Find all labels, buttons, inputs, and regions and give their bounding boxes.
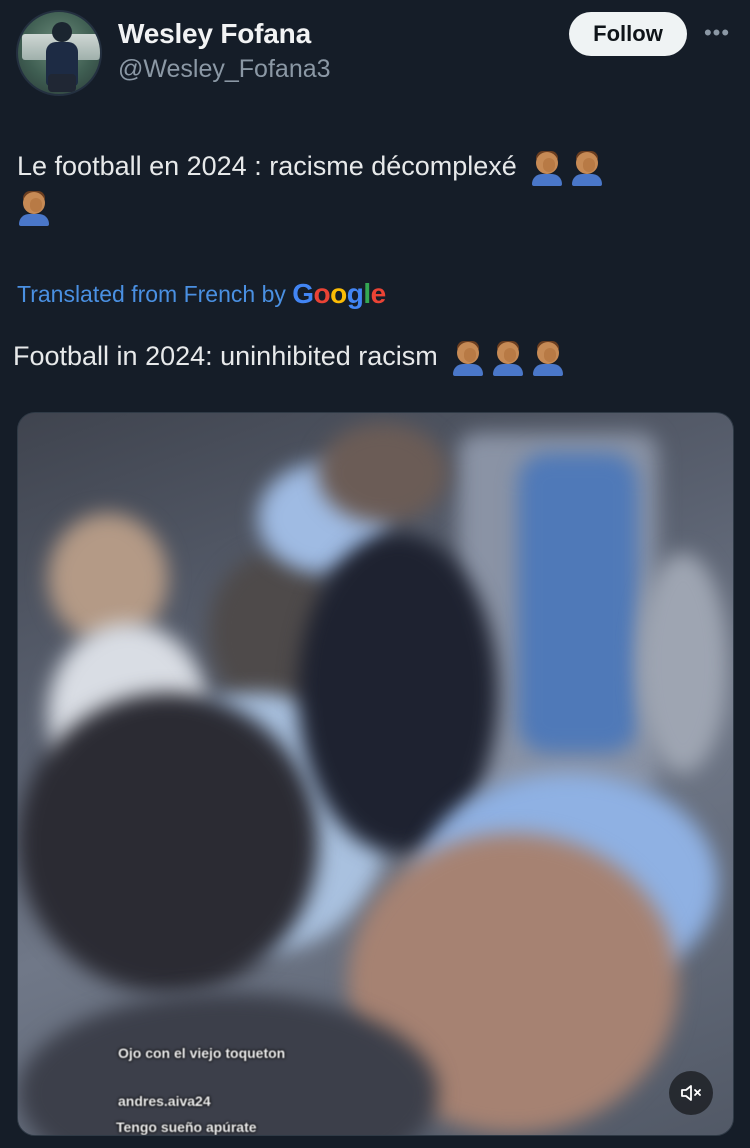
video-caption-comment-2: Tengo sueño apúrate [116, 1119, 257, 1135]
video-bg-flag [518, 453, 638, 753]
translated-by-link[interactable]: Translated from French by Google [17, 278, 386, 310]
video-caption-comment: Ojo con el viejo toqueton [118, 1045, 286, 1061]
avatar-person-legs [48, 74, 76, 92]
google-logo: Google [292, 278, 386, 309]
translation-text: Football in 2024: uninhibited racism [13, 336, 725, 376]
video-dark-arm [18, 693, 318, 993]
tweet-text-content: Le football en 2024 : racisme décomplexé [17, 151, 517, 181]
author-avatar[interactable] [16, 10, 102, 96]
translated-prefix: Translated from French by [17, 281, 286, 307]
author-name[interactable]: Wesley Fofana [118, 18, 311, 50]
video-caption-user: andres.aiva24 [118, 1093, 211, 1109]
speaker-muted-icon [681, 1085, 701, 1101]
video-person-left [48, 513, 168, 643]
video-person-back-head [318, 423, 448, 523]
author-handle[interactable]: @Wesley_Fofana3 [118, 55, 331, 84]
mute-button[interactable] [669, 1071, 713, 1115]
facepalm-emoji-icon [570, 150, 604, 186]
video-player[interactable]: Ojo con el viejo toqueton andres.aiva24 … [17, 412, 734, 1136]
tweet-card: Wesley Fofana @Wesley_Fofana3 Follow •••… [0, 0, 750, 1148]
facepalm-emoji-icon [491, 340, 525, 376]
facepalm-emoji-icon [531, 340, 565, 376]
follow-button[interactable]: Follow [569, 12, 687, 56]
more-options-icon[interactable]: ••• [702, 20, 732, 46]
facepalm-emoji-icon [17, 190, 51, 226]
facepalm-emoji-icon [530, 150, 564, 186]
translation-text-content: Football in 2024: uninhibited racism [13, 341, 438, 371]
avatar-person [52, 22, 72, 42]
facepalm-emoji-icon [451, 340, 485, 376]
video-person-right [638, 553, 728, 773]
tweet-text: Le football en 2024 : racisme décomplexé [17, 146, 729, 226]
